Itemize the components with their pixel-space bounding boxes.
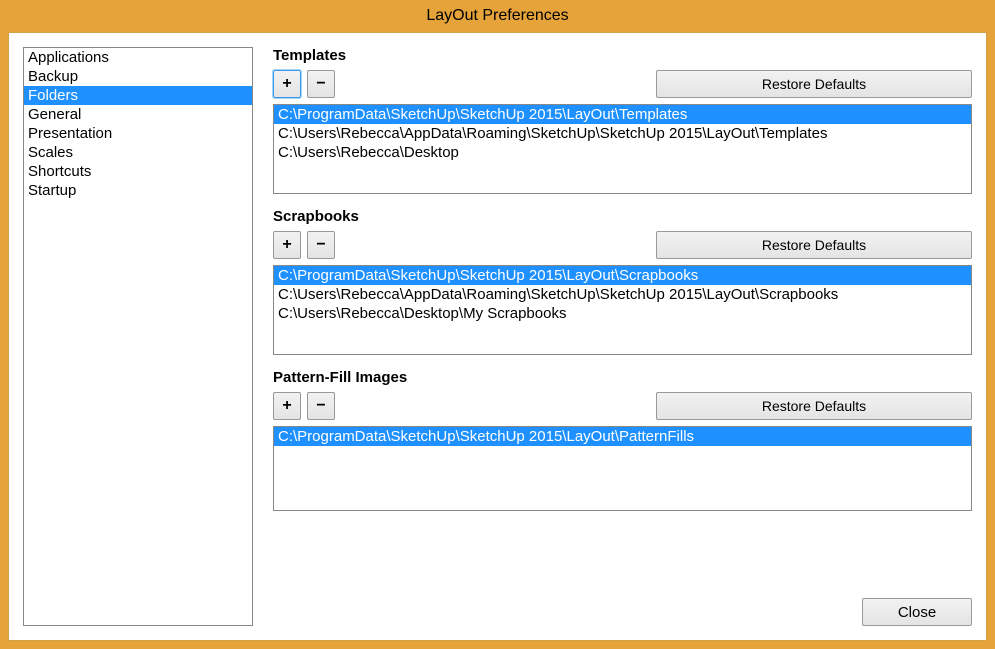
pattern-fill-toolbar: + − Restore Defaults — [273, 392, 972, 420]
scrapbooks-restore-defaults-button[interactable]: Restore Defaults — [656, 231, 972, 259]
pattern-fill-add-button[interactable]: + — [273, 392, 301, 420]
templates-add-button[interactable]: + — [273, 70, 301, 98]
pattern-fill-restore-defaults-button[interactable]: Restore Defaults — [656, 392, 972, 420]
templates-section: Templates + − Restore Defaults C:\Progra… — [273, 47, 972, 194]
sidebar-item-applications[interactable]: Applications — [24, 48, 252, 67]
pattern-fill-remove-button[interactable]: − — [307, 392, 335, 420]
pattern-fill-section: Pattern-Fill Images + − Restore Defaults… — [273, 369, 972, 511]
pattern-fill-listbox[interactable]: C:\ProgramData\SketchUp\SketchUp 2015\La… — [273, 426, 972, 511]
scrapbooks-toolbar: + − Restore Defaults — [273, 231, 972, 259]
main-panel: Templates + − Restore Defaults C:\Progra… — [273, 47, 972, 626]
footer: Close — [273, 598, 972, 626]
list-item[interactable]: C:\Users\Rebecca\Desktop — [274, 143, 971, 162]
templates-remove-button[interactable]: − — [307, 70, 335, 98]
sidebar-item-backup[interactable]: Backup — [24, 67, 252, 86]
window-title: LayOut Preferences — [426, 7, 568, 25]
sidebar-item-shortcuts[interactable]: Shortcuts — [24, 162, 252, 181]
sidebar-item-presentation[interactable]: Presentation — [24, 124, 252, 143]
scrapbooks-remove-button[interactable]: − — [307, 231, 335, 259]
templates-label: Templates — [273, 47, 972, 64]
list-item[interactable]: C:\ProgramData\SketchUp\SketchUp 2015\La… — [274, 105, 971, 124]
sidebar-item-scales[interactable]: Scales — [24, 143, 252, 162]
close-button[interactable]: Close — [862, 598, 972, 626]
list-item[interactable]: C:\Users\Rebecca\AppData\Roaming\SketchU… — [274, 124, 971, 143]
scrapbooks-label: Scrapbooks — [273, 208, 972, 225]
templates-listbox[interactable]: C:\ProgramData\SketchUp\SketchUp 2015\La… — [273, 104, 972, 194]
client-area: ApplicationsBackupFoldersGeneralPresenta… — [8, 32, 987, 641]
list-item[interactable]: C:\Users\Rebecca\AppData\Roaming\SketchU… — [274, 285, 971, 304]
sidebar-item-general[interactable]: General — [24, 105, 252, 124]
list-item[interactable]: C:\ProgramData\SketchUp\SketchUp 2015\La… — [274, 266, 971, 285]
window-titlebar: LayOut Preferences — [0, 0, 995, 32]
list-item[interactable]: C:\ProgramData\SketchUp\SketchUp 2015\La… — [274, 427, 971, 446]
scrapbooks-add-button[interactable]: + — [273, 231, 301, 259]
scrapbooks-section: Scrapbooks + − Restore Defaults C:\Progr… — [273, 208, 972, 355]
category-sidebar[interactable]: ApplicationsBackupFoldersGeneralPresenta… — [23, 47, 253, 626]
pattern-fill-label: Pattern-Fill Images — [273, 369, 972, 386]
preferences-window: LayOut Preferences ApplicationsBackupFol… — [0, 0, 995, 649]
list-item[interactable]: C:\Users\Rebecca\Desktop\My Scrapbooks — [274, 304, 971, 323]
scrapbooks-listbox[interactable]: C:\ProgramData\SketchUp\SketchUp 2015\La… — [273, 265, 972, 355]
sidebar-item-startup[interactable]: Startup — [24, 181, 252, 200]
templates-toolbar: + − Restore Defaults — [273, 70, 972, 98]
templates-restore-defaults-button[interactable]: Restore Defaults — [656, 70, 972, 98]
sidebar-item-folders[interactable]: Folders — [24, 86, 252, 105]
